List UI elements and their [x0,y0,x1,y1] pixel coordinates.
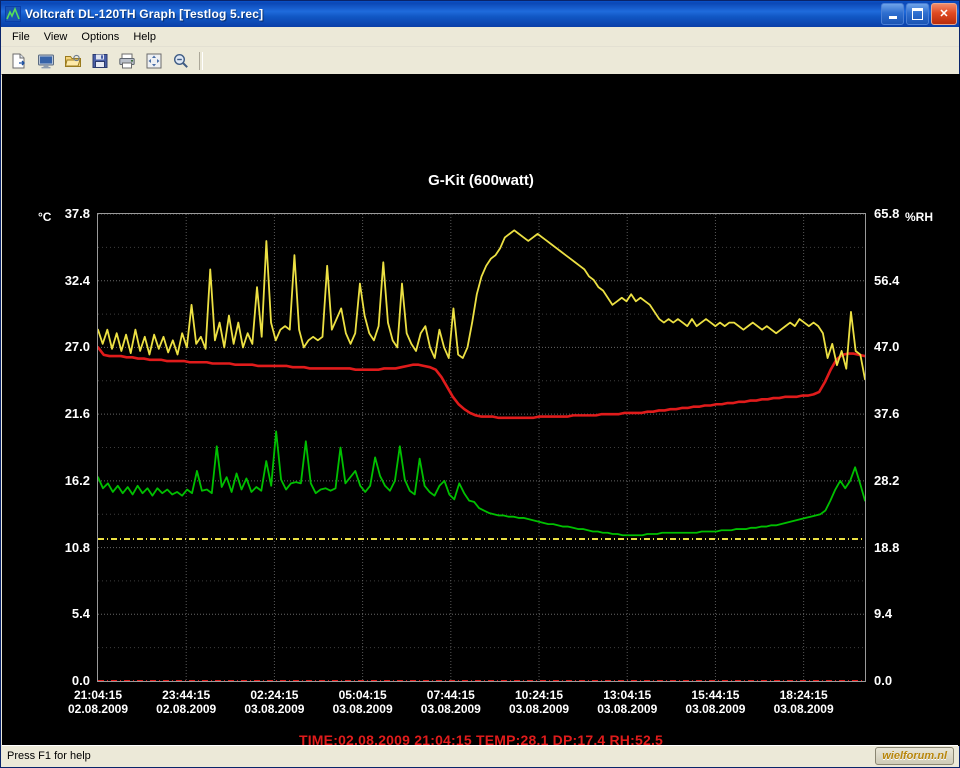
x-tick-date: 03.08.2009 [420,702,481,716]
x-tick: 05:04:15 03.08.2009 [313,688,413,716]
x-tick-time: 02:24:15 [250,688,299,702]
status-help-text: Press F1 for help [7,750,91,762]
close-button[interactable]: ✕ [931,3,957,25]
minimize-button[interactable] [881,3,904,25]
app-icon [5,6,21,22]
application-window: Voltcraft DL-120TH Graph [Testlog 5.rec]… [0,0,960,768]
y-tick-left: 21.6 [64,406,90,422]
floppy-disk-icon [92,53,108,68]
chart-panel: G-Kit (600watt) °C %RH 0.0 5.4 10.8 16.2 21.… [2,74,960,746]
y-tick-right: 0.0 [874,673,893,688]
x-tick-time: 10:24:15 [514,688,564,702]
series-temperature [96,346,867,420]
y-tick-right: 65.8 [874,206,900,221]
y-tick-right: 47.0 [874,339,900,355]
print-button[interactable] [114,48,140,73]
y-tick-left: 32.4 [64,272,90,288]
document-export-icon [12,53,25,68]
y-tick-left: 37.8 [64,206,90,221]
y-tick-left: 16.2 [64,472,90,488]
x-tick-time: 23:44:15 [162,688,211,702]
x-tick-date: 02.08.2009 [156,702,217,716]
x-tick-date: 03.08.2009 [332,702,393,716]
y-tick-right: 56.4 [874,272,900,288]
restore-icon [912,8,923,20]
display-monitor-button[interactable] [33,48,59,73]
open-file-button[interactable] [60,48,86,73]
y-tick-right: 9.4 [874,606,893,622]
x-tick-date: 03.08.2009 [244,702,305,716]
x-tick-date: 03.08.2009 [773,702,834,716]
cursor-readout: TIME:02.08.2009 21:04:15 TEMP:28.1 DP:17… [298,732,664,746]
x-tick: 23:44:15 02.08.2009 [136,688,236,716]
x-tick-date: 02.08.2009 [67,702,129,716]
menu-bar: File View Options Help [1,27,959,47]
plot-svg [96,213,867,682]
new-export-document-button[interactable] [6,48,32,73]
x-tick: 21:04:15 02.08.2009 [48,688,148,716]
y-tick-right: 37.6 [874,406,900,422]
chart-title: G-Kit (600watt) [428,172,534,189]
x-tick-time: 13:04:15 [603,688,652,702]
toolbar-separator [199,51,203,70]
monitor-icon [38,54,54,68]
four-arrows-expand-icon [146,53,162,68]
x-tick: 18:24:15 03.08.2009 [754,688,854,716]
series-dew-point [97,430,866,537]
x-tick-time: 15:44:15 [691,688,740,702]
zoom-out-button[interactable] [168,48,194,73]
status-bar: Press F1 for help wielforum.nl [2,745,958,766]
x-tick-time: 21:04:15 [73,688,123,702]
x-tick-time: 07:44:15 [426,688,475,702]
y-tick-left: 0.0 [71,673,90,688]
x-tick: 07:44:15 03.08.2009 [401,688,501,716]
y-tick-right: 28.2 [874,472,900,488]
x-tick: 15:44:15 03.08.2009 [665,688,765,716]
x-tick: 13:04:15 03.08.2009 [577,688,677,716]
x-tick-date: 03.08.2009 [685,702,746,716]
toolbar [1,47,959,75]
window-title: Voltcraft DL-120TH Graph [Testlog 5.rec] [25,7,264,21]
menu-help[interactable]: Help [126,29,163,45]
x-tick-date: 03.08.2009 [508,702,570,716]
menu-file[interactable]: File [5,29,37,45]
title-bar: Voltcraft DL-120TH Graph [Testlog 5.rec]… [1,1,959,27]
close-icon: ✕ [939,7,949,20]
x-tick-time: 05:04:15 [338,688,387,702]
x-tick-date: 03.08.2009 [597,702,658,716]
x-tick-time: 18:24:15 [779,688,828,702]
fit-to-window-button[interactable] [141,48,167,73]
window-controls: ✕ [881,3,957,25]
y-tick-right: 18.8 [874,539,900,555]
y-tick-left: 27.0 [64,339,90,355]
y-tick-left: 10.8 [64,539,90,555]
save-file-button[interactable] [87,48,113,73]
printer-icon [119,53,135,68]
maximize-restore-button[interactable] [906,3,929,25]
x-tick: 10:24:15 03.08.2009 [489,688,589,716]
magnifier-minus-icon [173,53,188,68]
menu-view[interactable]: View [37,29,75,45]
y-axis-unit-right: %RH [905,210,934,224]
y-tick-left: 5.4 [71,606,90,622]
open-folder-icon [64,54,81,67]
menu-options[interactable]: Options [74,29,126,45]
plot-area[interactable] [96,213,867,682]
watermark-badge: wielforum.nl [875,747,954,765]
x-tick: 02:24:15 03.08.2009 [224,688,324,716]
series-relative-humidity [97,229,866,381]
minimize-icon [888,15,897,19]
